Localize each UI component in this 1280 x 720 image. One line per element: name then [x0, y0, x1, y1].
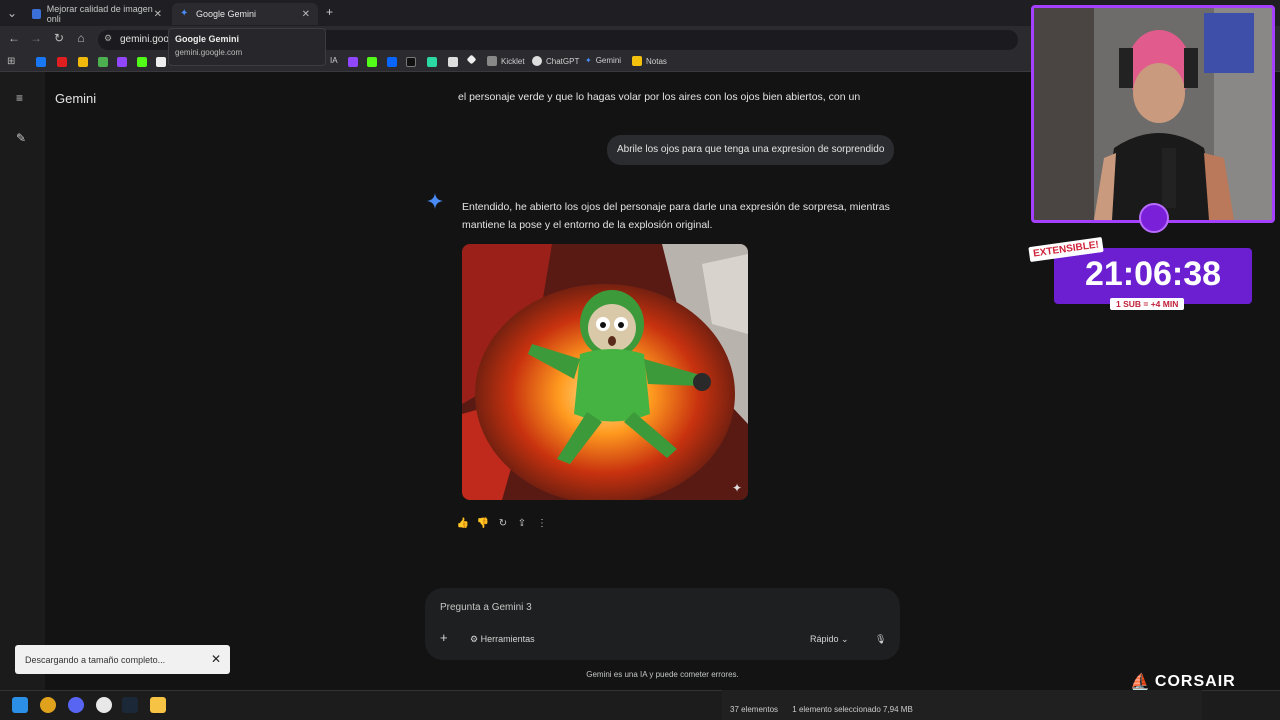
svg-text:✦: ✦: [732, 481, 742, 495]
bookmark-label: Gemini: [595, 56, 622, 65]
close-icon[interactable]: ✕: [211, 652, 221, 666]
discord-icon[interactable]: [68, 697, 84, 713]
chatgpt-icon: [532, 56, 542, 66]
thumbs-up-icon[interactable]: 👍: [456, 518, 470, 529]
steam-icon[interactable]: [122, 697, 138, 713]
page-favicon-icon: [32, 9, 41, 19]
channel-badge-logo: [1139, 203, 1169, 233]
twitch-icon[interactable]: [348, 57, 358, 67]
bookmark-kicklet[interactable]: Kicklet: [487, 56, 525, 66]
facebook-icon[interactable]: [36, 57, 46, 67]
reload-icon[interactable]: ↻: [51, 31, 67, 45]
bookmark-gemini[interactable]: ✦ Gemini: [585, 56, 621, 65]
close-tab-icon[interactable]: ✕: [302, 9, 310, 20]
close-tab-icon[interactable]: ✕: [154, 9, 162, 20]
corsair-sails-icon: ⛵: [1130, 674, 1151, 691]
response-text-line: Entendido, he abierto los ojos del perso…: [462, 201, 890, 213]
more-options-icon[interactable]: ⋮: [535, 518, 549, 529]
tab-title: Mejorar calidad de imagen onli: [46, 4, 153, 24]
menu-icon[interactable]: ≡: [16, 91, 23, 105]
binance-icon[interactable]: [78, 57, 88, 67]
explosion-character-illustration: ✦: [462, 244, 748, 500]
prompt-input[interactable]: Pregunta a Gemini 3: [440, 602, 532, 613]
gemini-spark-icon: [427, 193, 443, 209]
apps-grid-icon[interactable]: ⊞: [7, 56, 15, 67]
tools-button[interactable]: ⚙ Herramientas: [470, 634, 535, 645]
app-title: Gemini: [55, 91, 97, 106]
diamond-icon: [466, 54, 477, 65]
new-tab-button[interactable]: +: [326, 5, 333, 19]
chevron-down-icon: ⌄: [838, 634, 849, 644]
notes-icon: [632, 56, 642, 66]
corsair-logo: ⛵ CORSAIR: [1130, 672, 1236, 692]
mode-selector[interactable]: Rápido ⌄: [810, 634, 849, 645]
tooltip-url: gemini.google.com: [175, 48, 243, 57]
user-message-bubble: Abrile los ojos para que tenga una expre…: [607, 135, 895, 165]
tab-google-gemini[interactable]: ✦ Google Gemini ✕: [172, 3, 318, 25]
add-attachment-button[interactable]: +: [440, 630, 448, 645]
gemini-icon: ✦: [585, 56, 592, 65]
thumbs-down-icon[interactable]: 👎: [476, 518, 490, 529]
file-explorer-statusbar: 37 elementos 1 elemento seleccionado 7,9…: [722, 690, 1202, 720]
tools-icon: ⚙: [470, 634, 481, 644]
tiktok-icon[interactable]: [406, 57, 416, 67]
tab-mejorar-calidad[interactable]: Mejorar calidad de imagen onli ✕: [24, 3, 170, 25]
new-chat-icon[interactable]: ✎: [16, 131, 26, 145]
drive-icon[interactable]: [98, 57, 108, 67]
microphone-icon[interactable]: 🎙: [875, 634, 886, 645]
selection-info: 1 elemento seleccionado 7,94 MB: [792, 705, 913, 714]
bookmark-label: Kicklet: [501, 56, 525, 66]
tab-hover-tooltip: Google Gemini gemini.google.com: [168, 28, 326, 66]
obs-icon[interactable]: [96, 697, 112, 713]
generated-image[interactable]: ✦: [462, 244, 748, 500]
item-count: 37 elementos: [730, 705, 779, 714]
chrome-icon[interactable]: [40, 697, 56, 713]
back-icon[interactable]: ←: [6, 31, 22, 45]
kick-icon[interactable]: [367, 57, 377, 67]
bookmark-notas[interactable]: Notas: [632, 56, 667, 66]
bookmark-ia[interactable]: IA: [330, 56, 338, 65]
prompt-input-box[interactable]: [425, 588, 900, 660]
site-info-icon[interactable]: ⚙: [104, 33, 112, 44]
bookmark-label: ChatGPT: [546, 56, 580, 66]
gemini-sidebar: [0, 72, 45, 690]
windows-start-icon[interactable]: [12, 697, 28, 713]
meta-icon[interactable]: [387, 57, 397, 67]
kicklet-icon: [487, 56, 497, 66]
kick-icon[interactable]: [137, 57, 147, 67]
tooltip-title: Google Gemini: [175, 34, 240, 44]
webcam-feed: [1031, 5, 1275, 223]
bookmark-chatgpt[interactable]: ChatGPT: [532, 56, 579, 66]
bookmark-icon[interactable]: [427, 57, 437, 67]
youtube-icon[interactable]: [57, 57, 67, 67]
response-text-line: mantiene la pose y el entorno de la expl…: [462, 219, 713, 231]
tab-title: Google Gemini: [196, 9, 257, 19]
gemini-favicon-icon: ✦: [180, 8, 189, 19]
streamer-webcam-image: [1034, 8, 1272, 220]
bookmark-label: IA: [330, 56, 338, 65]
mode-label: Rápido: [810, 634, 839, 644]
bookmark-icon[interactable]: [448, 57, 458, 67]
toast-text: Descargando a tamaño completo...: [25, 655, 166, 665]
tools-label: Herramientas: [480, 634, 535, 644]
home-icon[interactable]: ⌂: [73, 31, 89, 45]
subathon-timer: 21:06:38: [1084, 255, 1222, 293]
sub-note: 1 SUB = +4 MIN: [1110, 298, 1185, 310]
share-icon[interactable]: ⇪: [515, 518, 529, 529]
tab-search-icon[interactable]: ⌄: [4, 6, 20, 20]
regenerate-icon[interactable]: ↻: [496, 518, 510, 529]
bookmark-icon[interactable]: [156, 57, 166, 67]
bookmark-label: Notas: [646, 56, 667, 66]
bookmark-diamond[interactable]: [466, 54, 479, 65]
brand-text: CORSAIR: [1154, 673, 1236, 690]
forward-icon[interactable]: →: [28, 31, 44, 45]
file-explorer-icon[interactable]: [150, 697, 166, 713]
previous-user-message: el personaje verde y que lo hagas volar …: [458, 91, 861, 103]
twitch-icon[interactable]: [117, 57, 127, 67]
address-text: gemini.goog: [120, 34, 175, 45]
download-toast: Descargando a tamaño completo... ✕: [15, 645, 230, 674]
